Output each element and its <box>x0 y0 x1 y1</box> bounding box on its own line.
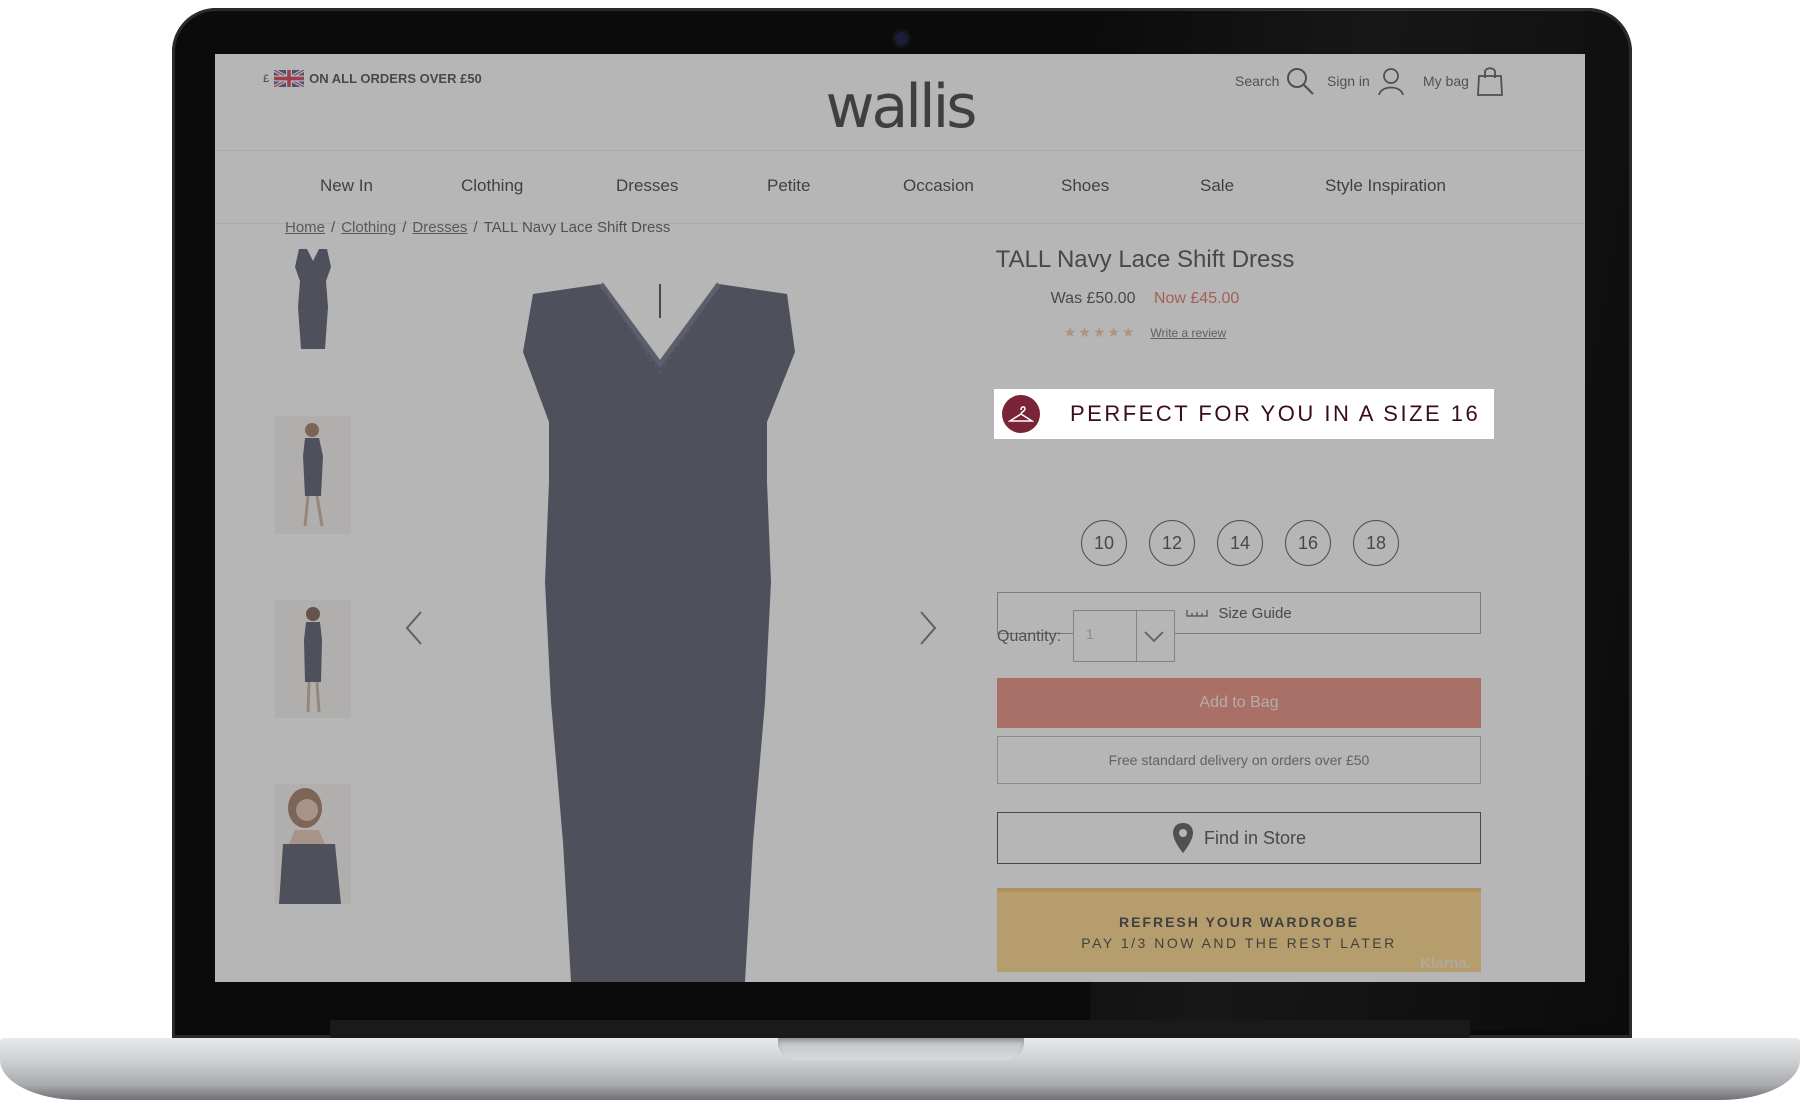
was-price: Was £50.00 <box>1050 290 1136 307</box>
find-in-store-label: Find in Store <box>1203 827 1307 848</box>
breadcrumb: Home / Clothing / Dresses / TALL Navy La… <box>285 219 670 236</box>
user-icon <box>1377 68 1404 96</box>
bag-button[interactable]: My bag <box>1423 66 1505 96</box>
fit-recommendation-text: PERFECT FOR YOU IN A SIZE 16 <box>1070 401 1481 426</box>
promo-text: ON ALL ORDERS OVER £50 <box>309 71 482 86</box>
quantity-select[interactable]: 1 <box>1073 610 1175 662</box>
shopping-bag-icon <box>1476 67 1503 96</box>
rating: ★★★★★ Write a review <box>895 324 1395 341</box>
size-guide-label: Size Guide <box>1218 604 1292 622</box>
webcam <box>895 32 908 45</box>
delivery-info: Free standard delivery on orders over £5… <box>997 736 1481 784</box>
nav-item-dresses[interactable]: Dresses <box>616 151 678 221</box>
chevron-left-icon[interactable] <box>403 608 425 648</box>
breadcrumb-home[interactable]: Home <box>285 219 325 236</box>
signin-button[interactable]: Sign in <box>1327 66 1406 96</box>
quantity-value: 1 <box>1086 626 1094 642</box>
klarna-subline: PAY 1/3 NOW AND THE REST LATER <box>1081 935 1397 951</box>
signin-label: Sign in <box>1327 73 1370 89</box>
product-title: TALL Navy Lace Shift Dress <box>995 246 1295 273</box>
product-price: Was £50.00 Now £45.00 <box>895 290 1395 308</box>
add-to-bag-button[interactable]: Add to Bag <box>997 678 1481 728</box>
size-option-10[interactable]: 10 <box>1081 520 1127 566</box>
klarna-banner[interactable]: REFRESH YOUR WARDROBE PAY 1/3 NOW AND TH… <box>997 888 1481 972</box>
browser-screen: £ ON ALL ORDERS OVER £50 wallis Search S… <box>215 54 1585 982</box>
fit-recommendation-banner[interactable]: PERFECT FOR YOU IN A SIZE 16 <box>994 389 1494 439</box>
size-option-16[interactable]: 16 <box>1285 520 1331 566</box>
klarna-headline: REFRESH YOUR WARDROBE <box>1118 914 1360 930</box>
product-image[interactable] <box>505 282 815 982</box>
thumbnail-4[interactable] <box>275 784 351 904</box>
klarna-logo: Klarna. <box>1420 955 1471 972</box>
size-option-18[interactable]: 18 <box>1353 520 1399 566</box>
nav-item-style-inspiration[interactable]: Style Inspiration <box>1325 151 1446 221</box>
chevron-down-icon[interactable] <box>1142 626 1166 646</box>
now-price: Now £45.00 <box>1153 290 1240 307</box>
thumbnail-1[interactable] <box>275 244 351 354</box>
size-selector: 10 12 14 16 18 <box>1081 520 1399 566</box>
map-pin-icon <box>1172 823 1193 853</box>
nav-item-occasion[interactable]: Occasion <box>903 151 974 221</box>
thumbnail-2[interactable] <box>275 416 351 534</box>
breadcrumb-separator: / <box>402 219 407 236</box>
nav-item-shoes[interactable]: Shoes <box>1061 151 1109 221</box>
laptop-hinge <box>330 1020 1470 1040</box>
size-option-14[interactable]: 14 <box>1217 520 1263 566</box>
breadcrumb-clothing[interactable]: Clothing <box>341 219 396 236</box>
find-in-store-button[interactable]: Find in Store <box>997 812 1481 864</box>
search-icon <box>1287 68 1315 95</box>
nav-item-petite[interactable]: Petite <box>767 151 810 221</box>
breadcrumb-separator: / <box>473 219 478 236</box>
search-label: Search <box>1235 73 1280 89</box>
breadcrumb-dresses[interactable]: Dresses <box>412 219 467 236</box>
search-button[interactable]: Search <box>1235 66 1315 96</box>
uk-flag-icon[interactable] <box>274 70 305 87</box>
nav-item-clothing[interactable]: Clothing <box>461 151 523 221</box>
chevron-right-icon[interactable] <box>917 608 939 648</box>
nav-item-sale[interactable]: Sale <box>1200 151 1234 221</box>
thumbnail-3[interactable] <box>275 600 351 718</box>
size-option-12[interactable]: 12 <box>1149 520 1195 566</box>
nav-item-new-in[interactable]: New In <box>320 151 373 221</box>
fit-icon-badge <box>1002 395 1040 433</box>
promo-banner: £ ON ALL ORDERS OVER £50 <box>263 70 482 87</box>
quantity-divider <box>1136 611 1137 661</box>
wallis-logo[interactable]: wallis <box>815 72 985 142</box>
size-guide-button[interactable]: Size Guide <box>997 592 1481 634</box>
bag-label: My bag <box>1423 73 1469 89</box>
ruler-icon <box>1186 610 1208 617</box>
laptop-notch <box>778 1038 1024 1060</box>
quantity-label: Quantity: <box>997 628 1062 645</box>
breadcrumb-separator: / <box>331 219 336 236</box>
write-review-link[interactable]: Write a review <box>1150 326 1226 340</box>
breadcrumb-current: TALL Navy Lace Shift Dress <box>483 219 671 236</box>
currency-symbol[interactable]: £ <box>263 73 269 85</box>
main-nav: New In Clothing Dresses Petite Occasion … <box>215 150 1585 224</box>
star-rating: ★★★★★ <box>1063 324 1137 340</box>
hanger-icon <box>1008 406 1034 422</box>
